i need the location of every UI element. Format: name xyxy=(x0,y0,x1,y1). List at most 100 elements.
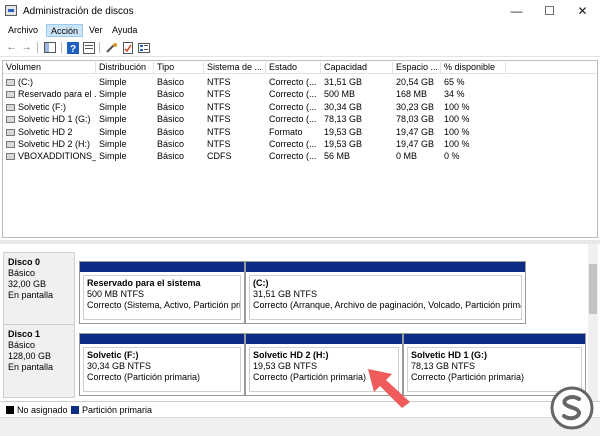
vertical-scrollbar[interactable] xyxy=(588,244,598,401)
partition-name: Reservado para el sistema xyxy=(87,278,201,288)
table-row[interactable]: (C:) Simple Básico NTFS Correcto (... 31,51 G… xyxy=(3,76,597,88)
disk-0-row: Disco 0 Básico 32,00 GB En pantalla Rese… xyxy=(3,252,586,326)
table-cell: 19,53 GB xyxy=(324,126,363,137)
drive-icon xyxy=(6,91,15,99)
properties-icon[interactable] xyxy=(82,41,95,54)
legend: No asignado Partición primaria xyxy=(0,401,600,417)
partition-size: 78,13 GB NTFS xyxy=(411,361,476,371)
title-bar: Administración de discos — ☐ ✕ xyxy=(0,0,600,22)
disk-1-row: Disco 1 Básico 128,00 GB En pantalla Sol… xyxy=(3,324,586,398)
disk-0-info[interactable]: Disco 0 Básico 32,00 GB En pantalla xyxy=(3,252,75,326)
maximize-button[interactable]: ☐ xyxy=(533,0,566,22)
drive-icon xyxy=(6,128,15,136)
window-title: Administración de discos xyxy=(23,6,134,17)
menu-accion[interactable]: Acción xyxy=(46,24,84,37)
disk-graphical-view: Disco 0 Básico 32,00 GB En pantalla Rese… xyxy=(0,244,600,401)
unallocated-swatch xyxy=(6,406,14,414)
disk-1-info[interactable]: Disco 1 Básico 128,00 GB En pantalla xyxy=(3,324,75,398)
table-cell: Simple xyxy=(99,151,127,162)
disk-status: En pantalla xyxy=(8,290,54,300)
toolbar: ← → ? xyxy=(0,39,600,57)
disk-status: En pantalla xyxy=(8,362,54,372)
svg-text:?: ? xyxy=(70,44,76,54)
column-sistema[interactable]: Sistema de ... xyxy=(204,62,266,74)
menu-bar: Archivo Acción Ver Ayuda xyxy=(0,22,600,39)
legend-primary: Partición primaria xyxy=(82,405,153,415)
table-cell: 65 % xyxy=(444,77,465,87)
table-cell: CDFS xyxy=(207,151,232,162)
drive-icon xyxy=(6,103,15,111)
table-cell: Reservado para el ... xyxy=(3,88,96,100)
table-cell: Correcto (... xyxy=(269,101,317,112)
volume-name: Solvetic HD 2 xyxy=(18,126,73,137)
table-cell: 100 % xyxy=(444,101,470,112)
forward-arrow-icon[interactable]: → xyxy=(20,41,33,54)
table-row[interactable]: VBOXADDITIONS_... Simple Básico CDFS Correct… xyxy=(3,150,597,162)
scrollbar-thumb[interactable] xyxy=(589,264,597,314)
table-cell: (C:) xyxy=(3,76,96,88)
close-button[interactable]: ✕ xyxy=(566,0,599,22)
table-cell: Simple xyxy=(99,126,127,137)
partition-size: 30,34 GB NTFS xyxy=(87,361,152,371)
table-cell: 30,23 GB xyxy=(396,101,435,112)
table-cell: 168 MB xyxy=(396,89,428,100)
table-row[interactable]: Solvetic HD 2 Simple Básico NTFS Formato 19,5… xyxy=(3,126,597,138)
table-cell: Simple xyxy=(99,139,127,149)
column-espacio[interactable]: Espacio ... xyxy=(393,62,441,74)
table-cell: Correcto (... xyxy=(269,89,317,100)
column-estado[interactable]: Estado xyxy=(266,62,321,74)
disk-management-icon xyxy=(5,5,17,16)
table-row[interactable]: Solvetic HD 1 (G:) Simple Básico NTFS Correc… xyxy=(3,113,597,125)
column-volumen[interactable]: Volumen xyxy=(3,62,96,74)
table-cell: 20,54 GB xyxy=(396,77,435,87)
menu-ayuda[interactable]: Ayuda xyxy=(108,24,141,37)
table-row[interactable]: Solvetic HD 2 (H:) Simple Básico NTFS Correc… xyxy=(3,138,597,150)
volume-name: (C:) xyxy=(18,77,33,87)
table-cell: NTFS xyxy=(207,126,231,137)
table-cell: 56 MB xyxy=(324,151,351,162)
table-cell: 500 MB xyxy=(324,89,356,100)
show-hide-console-tree-icon[interactable] xyxy=(43,41,56,54)
table-cell: VBOXADDITIONS_... xyxy=(3,150,96,162)
primary-partition-bar xyxy=(80,262,244,272)
connect-disk-icon[interactable] xyxy=(105,41,118,54)
table-cell: NTFS xyxy=(207,101,231,112)
menu-archivo[interactable]: Archivo xyxy=(4,24,42,37)
partition-status: Correcto (Sistema, Activo, Partición pri… xyxy=(87,300,241,310)
partition-reservado[interactable]: Reservado para el sistema 500 MB NTFS Co… xyxy=(79,261,245,324)
partition-c[interactable]: (C:) 31,51 GB NTFS Correcto (Arranque, A… xyxy=(245,261,526,324)
table-cell: Simple xyxy=(99,101,127,112)
table-cell: 30,34 GB xyxy=(324,101,363,112)
disk-name: Disco 1 xyxy=(8,329,41,339)
table-cell: Básico xyxy=(157,126,185,137)
column-capacidad[interactable]: Capacidad xyxy=(321,62,393,74)
table-cell: 100 % xyxy=(444,114,470,125)
list-view-icon[interactable] xyxy=(137,41,150,54)
partition-name: (C:) xyxy=(253,278,269,288)
table-row[interactable]: Solvetic (F:) Simple Básico NTFS Correcto (.… xyxy=(3,101,597,113)
table-cell: Correcto (... xyxy=(269,77,317,87)
table-cell: Básico xyxy=(157,101,185,112)
minimize-button[interactable]: — xyxy=(500,0,533,22)
back-arrow-icon[interactable]: ← xyxy=(5,41,18,54)
table-cell: 19,47 GB xyxy=(396,139,435,149)
volume-name: Solvetic (F:) xyxy=(18,101,67,112)
column-tipo[interactable]: Tipo xyxy=(154,62,204,74)
drive-icon xyxy=(6,79,15,86)
column-disponible[interactable]: % disponible xyxy=(441,62,506,74)
partition-f[interactable]: Solvetic (F:) 30,34 GB NTFS Correcto (Pa… xyxy=(79,333,245,396)
drive-icon xyxy=(6,153,15,161)
help-icon[interactable]: ? xyxy=(66,41,79,54)
table-cell: 34 % xyxy=(444,89,465,100)
table-row[interactable]: Reservado para el ... Simple Básico NTFS Cor… xyxy=(3,88,597,100)
table-cell: Básico xyxy=(157,77,185,87)
menu-ver[interactable]: Ver xyxy=(85,24,107,37)
table-cell: Solvetic HD 2 (H:) xyxy=(3,138,96,150)
table-cell: Solvetic HD 2 xyxy=(3,126,96,138)
column-distribucion[interactable]: Distribución xyxy=(96,62,154,74)
table-cell: Básico xyxy=(157,139,185,149)
toolbar-separator xyxy=(99,42,100,53)
check-document-icon[interactable] xyxy=(121,41,134,54)
status-bar xyxy=(0,417,600,436)
table-cell: 0 MB xyxy=(396,151,418,162)
